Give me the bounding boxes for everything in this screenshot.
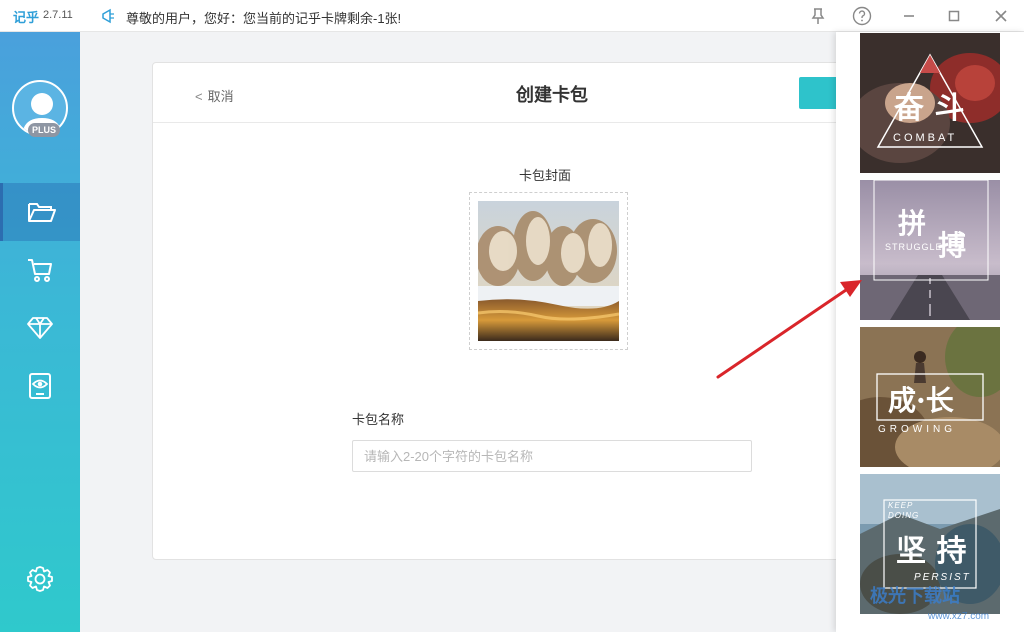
cover-picker[interactable] [469, 192, 628, 350]
template-subtitle: GROWING [878, 424, 956, 435]
sidebar-item-store[interactable] [0, 241, 80, 299]
template-struggle[interactable]: 拼 搏 STRUGGLE [860, 180, 1000, 320]
template-top-text: KEEP DOING [888, 501, 920, 520]
app-name: 记乎 [13, 10, 40, 25]
template-title: 奋 斗 [894, 91, 965, 126]
help-icon[interactable] [852, 6, 872, 26]
sidebar: PLUS [0, 32, 80, 632]
watermark-url: www.xz7.com [928, 611, 990, 622]
template-combat[interactable]: 奋 斗 COMBAT [860, 33, 1000, 173]
notice-text: 尊敬的用户，您好：您当前的记乎卡牌剩余-1张! [126, 11, 402, 26]
cart-icon [28, 259, 52, 282]
minimize-icon[interactable] [899, 6, 919, 26]
watermark-text: 极光下载站 [870, 586, 960, 606]
title-bar: 记乎 2.7.11 尊敬的用户，您好：您当前的记乎卡牌剩余-1张! [0, 0, 1024, 32]
cover-label: 卡包封面 [519, 168, 572, 183]
folder-icon [27, 203, 56, 222]
close-icon[interactable] [991, 6, 1011, 26]
template-title: 成·长 [888, 384, 954, 417]
sidebar-item-folder[interactable] [0, 183, 80, 241]
create-pack-card: < 取消 创建卡包 卡包封面 卡包名称 请输入2-20个字符的卡包名称 [152, 62, 859, 560]
maximize-icon[interactable] [944, 6, 964, 26]
eye-card-icon [29, 373, 51, 399]
plus-badge: PLUS [28, 123, 60, 137]
pack-name-input[interactable] [352, 440, 752, 472]
template-subtitle: STRUGGLE [885, 242, 943, 252]
settings-icon [27, 566, 53, 592]
template-title: 坚 持 [896, 534, 967, 569]
pin-icon[interactable] [808, 6, 828, 26]
template-growing[interactable]: 成·长 GROWING [860, 327, 1000, 467]
template-panel[interactable]: 奋 斗 COMBAT 拼 搏 STRUGGLE 成·长 GROWING KEEP… [836, 32, 1024, 632]
sidebar-item-settings[interactable] [0, 550, 80, 608]
name-label: 卡包名称 [352, 412, 405, 427]
cover-image [478, 201, 619, 341]
megaphone-icon [102, 8, 114, 24]
sidebar-item-view[interactable] [0, 357, 80, 415]
sidebar-item-vip[interactable] [0, 299, 80, 357]
diamond-icon [27, 317, 53, 339]
app-version: 2.7.11 [43, 9, 73, 21]
card-header: < 取消 创建卡包 [153, 63, 859, 123]
template-title-a: 拼 [898, 207, 927, 240]
template-subtitle: COMBAT [893, 132, 958, 144]
